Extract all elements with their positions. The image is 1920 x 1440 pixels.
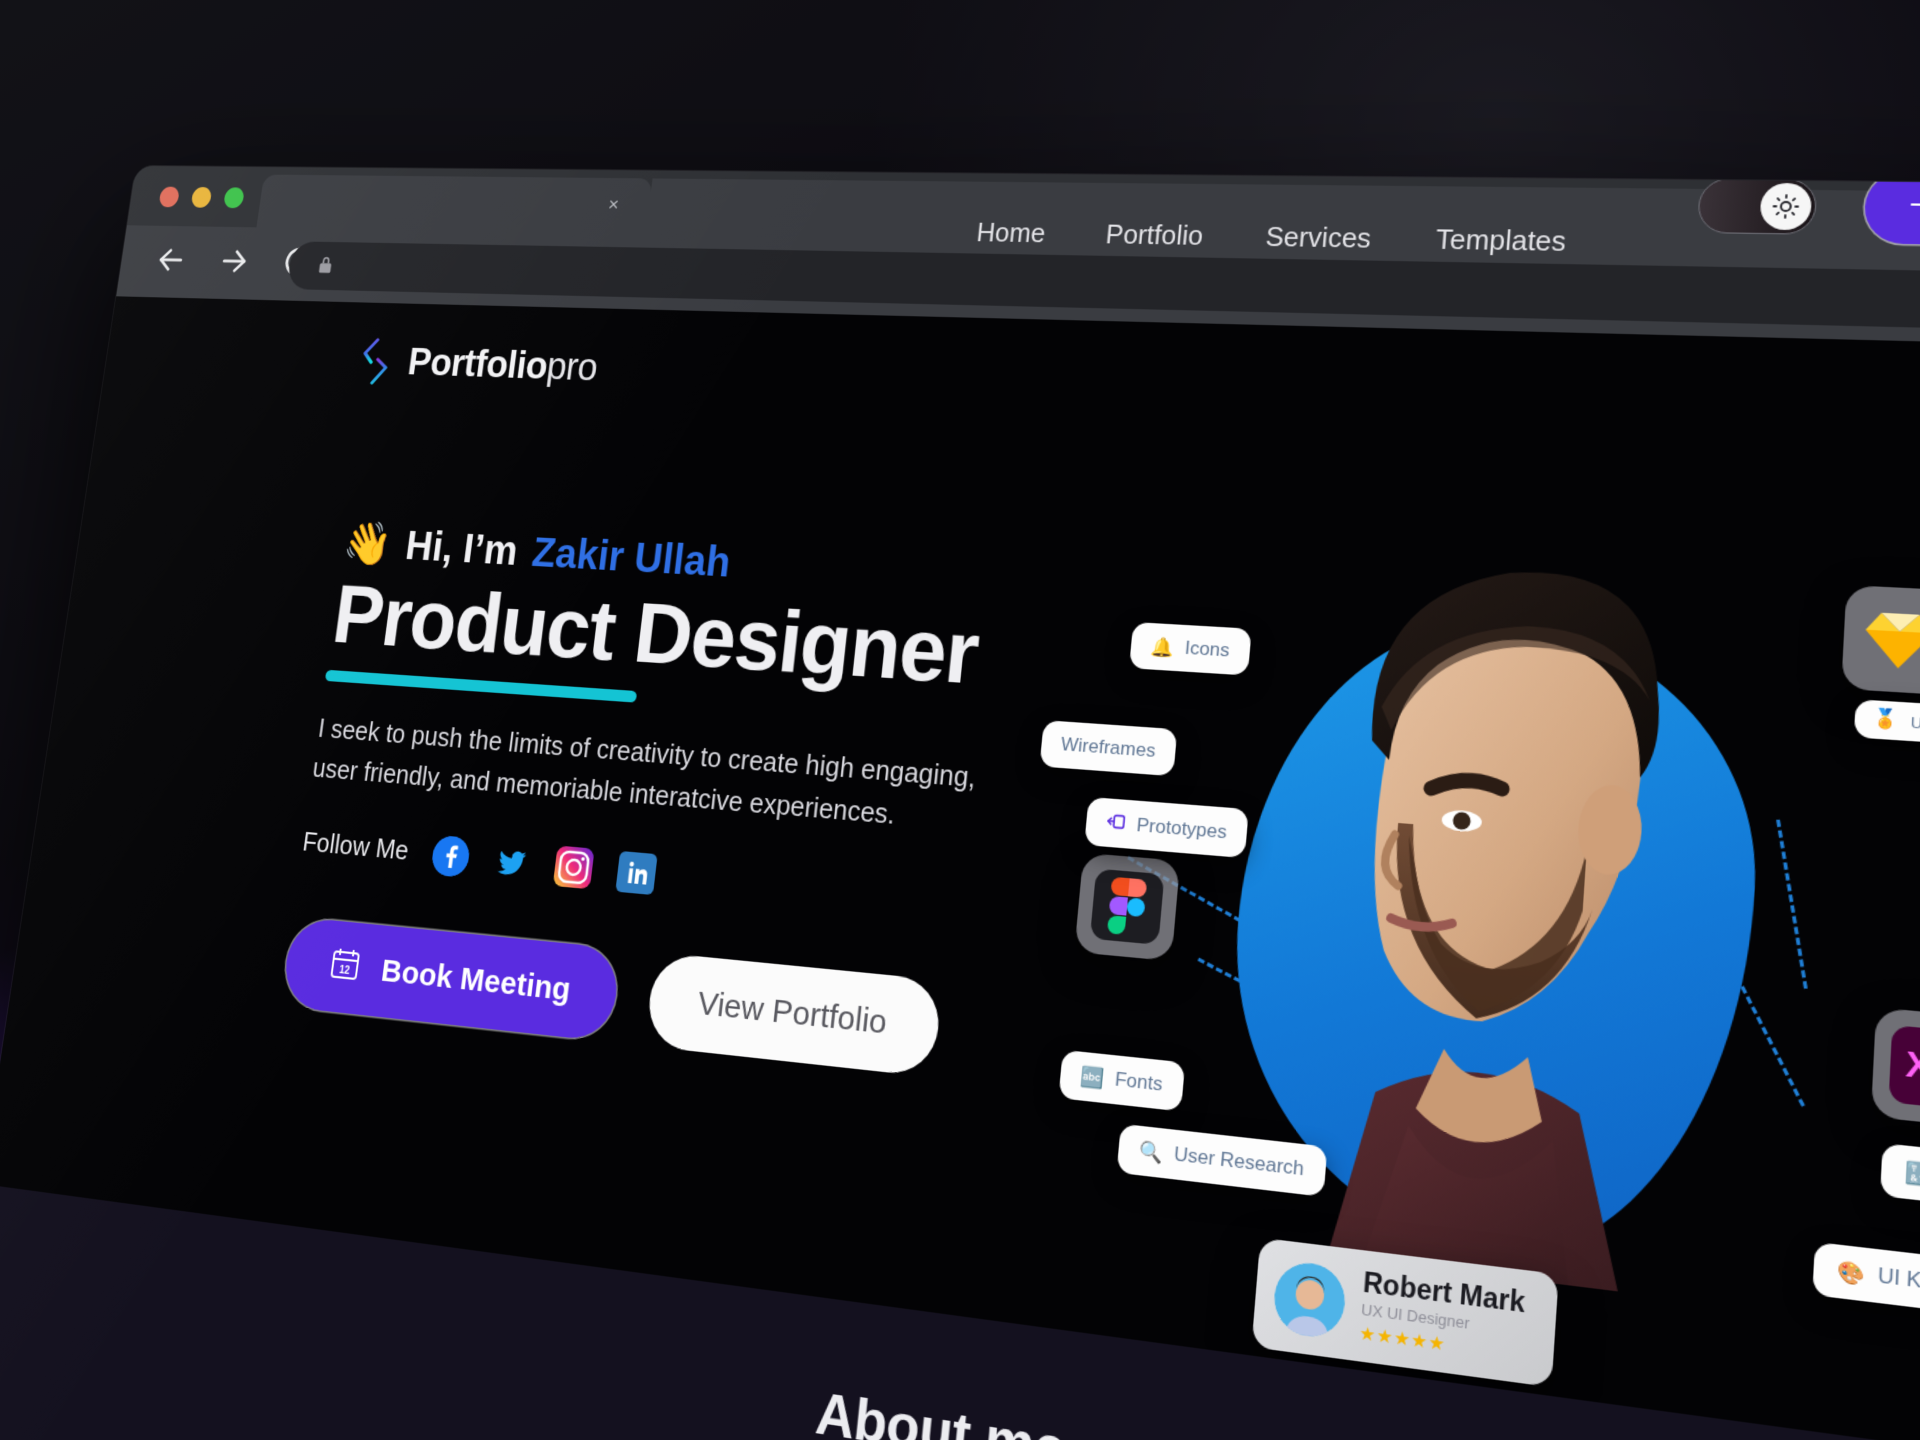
web-page: Portfoliopro Home Portfolio Services Tem… (0, 170, 1920, 1440)
flowchart-icon: 🔣 (1904, 1160, 1920, 1188)
avatar (1271, 1258, 1348, 1341)
figma-glyph (1089, 868, 1165, 945)
site-logo[interactable]: Portfoliopro (356, 338, 600, 393)
medal-icon: 🏅 (1872, 708, 1899, 731)
header-actions: Contact (1697, 169, 1920, 248)
nav-item-services[interactable]: Services (1264, 223, 1372, 256)
book-meeting-label: Book Meeting (379, 952, 573, 1008)
facebook-icon[interactable] (430, 834, 472, 878)
chip-ui-kit[interactable]: 🎨 UI Kit (1812, 1241, 1920, 1313)
chip-label: Uxcel Certified (1910, 712, 1920, 738)
nav-item-home[interactable]: Home (975, 219, 1046, 250)
sketch-icon (1841, 585, 1920, 696)
screenshot-stage: × Portfoliopro Home Portfolio Services T… (0, 0, 1920, 1440)
hero-description: I seek to push the limits of creativity … (311, 714, 978, 831)
figma-icon (1074, 852, 1181, 962)
calendar-icon: 12 (326, 943, 364, 990)
adobe-xd-glyph: Xd (1888, 1025, 1920, 1111)
chip-icons[interactable]: 🔔 Icons (1129, 621, 1252, 676)
minimize-window-button[interactable] (190, 186, 213, 208)
follow-label: Follow Me (300, 827, 411, 867)
perspective-wrapper: × Portfoliopro Home Portfolio Services T… (0, 0, 1920, 1440)
twitter-icon[interactable] (491, 840, 533, 883)
chip-fonts[interactable]: 🔤 Fonts (1058, 1049, 1185, 1112)
maximize-window-button[interactable] (223, 187, 245, 209)
forward-button[interactable] (214, 242, 254, 281)
palette-icon: 🎨 (1836, 1259, 1866, 1287)
theme-toggle[interactable] (1697, 177, 1818, 235)
arrow-right-icon (1909, 190, 1920, 226)
logo-text: Portfoliopro (405, 341, 600, 389)
nav-item-portfolio[interactable]: Portfolio (1104, 220, 1204, 252)
hero-visual: Xd 🔔 Icons Wireframes Prototypes 🏅 Uxcel… (1013, 470, 1920, 1440)
search-icon: 🔍 (1137, 1139, 1164, 1165)
svg-text:12: 12 (338, 964, 350, 977)
chip-label: UI Kit (1877, 1263, 1920, 1295)
browser-tab[interactable]: × (256, 174, 653, 234)
prototype-icon (1105, 811, 1127, 836)
back-button[interactable] (151, 241, 191, 279)
chip-wireframes[interactable]: Wireframes (1039, 720, 1178, 777)
nav-item-templates[interactable]: Templates (1435, 225, 1567, 259)
chip-label: Fonts (1114, 1068, 1164, 1096)
chip-label: Wireframes (1060, 733, 1157, 762)
testimonial-body: Robert Mark UX UI Designer ★★★★★ (1359, 1266, 1527, 1365)
contact-button[interactable]: Contact (1863, 170, 1920, 248)
window-controls[interactable] (158, 186, 245, 209)
wave-emoji-icon: 👋 (340, 518, 395, 569)
logo-chevron-icon (356, 338, 398, 386)
lock-icon (314, 254, 337, 277)
sun-icon (1759, 182, 1813, 230)
hero-content: 👋 Hi, I’m Zakir Ullah Product Designer I… (280, 518, 1094, 1089)
close-tab-icon[interactable]: × (603, 195, 624, 216)
adobe-xd-icon: Xd (1870, 1007, 1920, 1129)
chip-flow-charts[interactable]: 🔣 Flow charts (1880, 1143, 1920, 1219)
chip-label: User Research (1173, 1142, 1305, 1181)
hero-name: Zakir Ullah (529, 530, 733, 587)
instagram-icon[interactable] (552, 844, 595, 889)
chip-label: Icons (1183, 637, 1231, 661)
fonts-icon: 🔤 (1079, 1065, 1105, 1090)
chip-label: Prototypes (1135, 813, 1228, 843)
close-window-button[interactable] (158, 186, 181, 208)
linkedin-icon[interactable] (615, 850, 658, 895)
bell-icon: 🔔 (1149, 635, 1175, 659)
chip-uxcel-certified[interactable]: 🏅 Uxcel Certified (1853, 699, 1920, 750)
view-portfolio-button[interactable]: View Portfolio (644, 951, 943, 1077)
browser-window: × Portfoliopro Home Portfolio Services T… (0, 165, 1920, 1440)
book-meeting-button[interactable]: 12 Book Meeting (280, 915, 622, 1042)
hero-cta-row: 12 Book Meeting View Portfolio (280, 915, 1053, 1089)
greeting-prefix: Hi, I’m (403, 523, 521, 575)
sketch-glyph (1858, 601, 1920, 679)
